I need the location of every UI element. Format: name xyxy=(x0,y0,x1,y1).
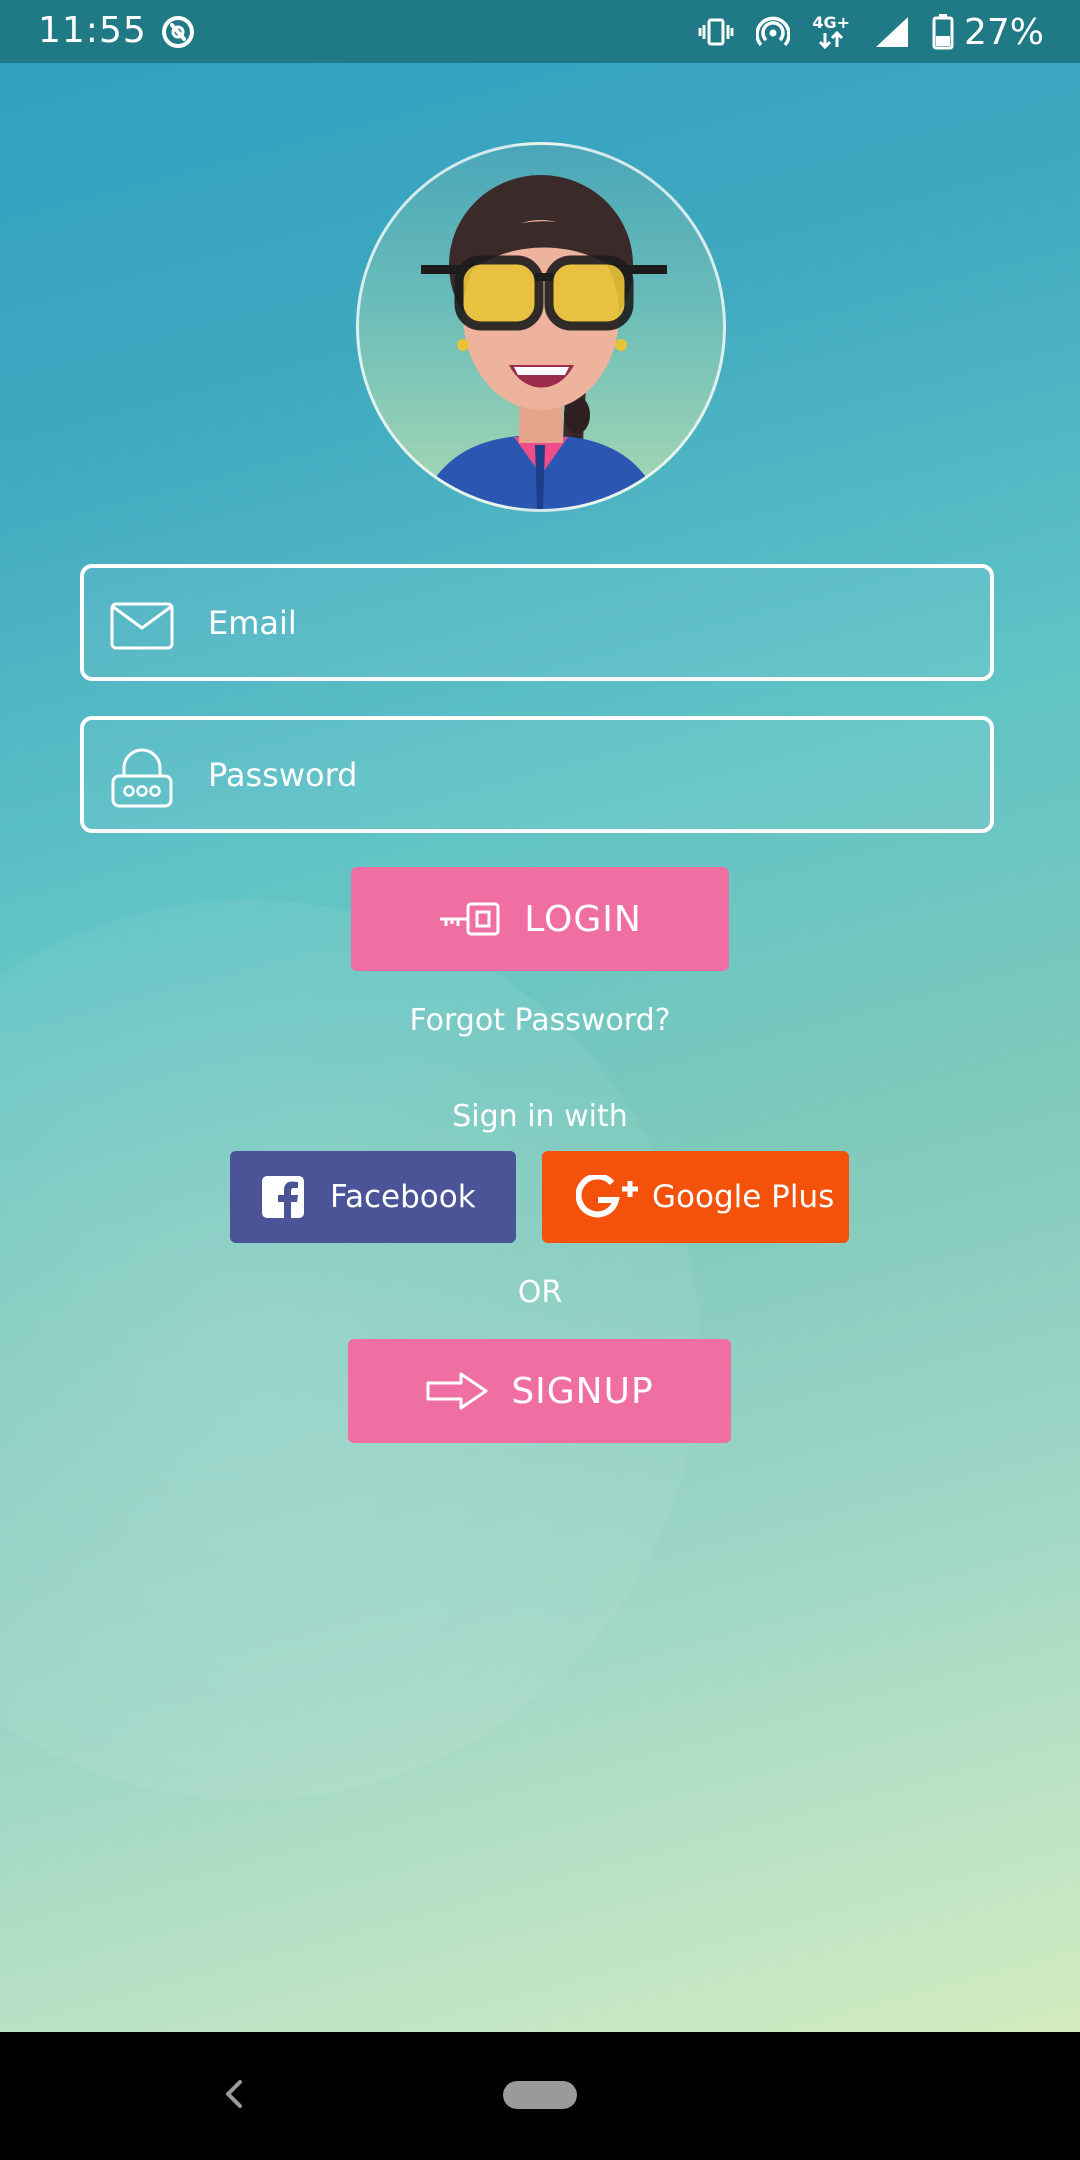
login-button[interactable]: LOGIN xyxy=(351,867,729,971)
sign-in-with-label: Sign in with xyxy=(452,1099,628,1134)
network-type-indicator: 4G+ xyxy=(812,15,850,49)
lock-icon xyxy=(111,748,173,808)
app-notification-icon xyxy=(162,16,194,48)
or-divider: OR xyxy=(517,1275,563,1310)
facebook-label: Facebook xyxy=(330,1179,476,1215)
home-pill[interactable] xyxy=(503,2081,577,2109)
status-icons: 4G+ 27% xyxy=(698,10,1044,54)
avatar-illustration xyxy=(419,175,667,509)
status-bar: 11:55 4G+ 27% xyxy=(0,0,1080,63)
google-plus-button[interactable]: Google Plus xyxy=(542,1151,849,1243)
battery-icon xyxy=(932,14,954,50)
arrow-right-icon xyxy=(426,1372,488,1410)
password-input[interactable] xyxy=(208,720,968,829)
facebook-button[interactable]: Facebook xyxy=(230,1151,516,1243)
battery-percent: 27% xyxy=(963,11,1044,53)
signup-label: SIGNUP xyxy=(511,1370,654,1412)
login-screen: 11:55 4G+ 27% Email LOGIN Forgot Passwor… xyxy=(0,0,1080,2160)
email-field[interactable] xyxy=(80,564,994,681)
back-icon[interactable] xyxy=(216,2072,250,2116)
google-plus-icon xyxy=(576,1175,638,1218)
envelope-icon xyxy=(110,602,174,650)
network-type-label: 4G+ xyxy=(812,13,850,32)
vibrate-icon xyxy=(698,18,734,46)
forgot-password-link[interactable]: Forgot Password? xyxy=(0,1003,1080,1038)
password-field[interactable] xyxy=(80,716,994,833)
login-label: LOGIN xyxy=(524,898,642,940)
facebook-icon xyxy=(262,1176,304,1218)
google-plus-label: Google Plus xyxy=(652,1179,835,1215)
signal-icon xyxy=(875,17,908,47)
data-arrows-icon xyxy=(819,31,844,49)
status-time: 11:55 xyxy=(38,10,147,51)
hotspot-icon xyxy=(756,16,791,47)
navigation-bar xyxy=(0,2032,1080,2160)
key-icon xyxy=(440,902,500,936)
signup-button[interactable]: SIGNUP xyxy=(348,1339,731,1443)
email-input[interactable] xyxy=(208,568,968,677)
avatar xyxy=(356,142,726,512)
